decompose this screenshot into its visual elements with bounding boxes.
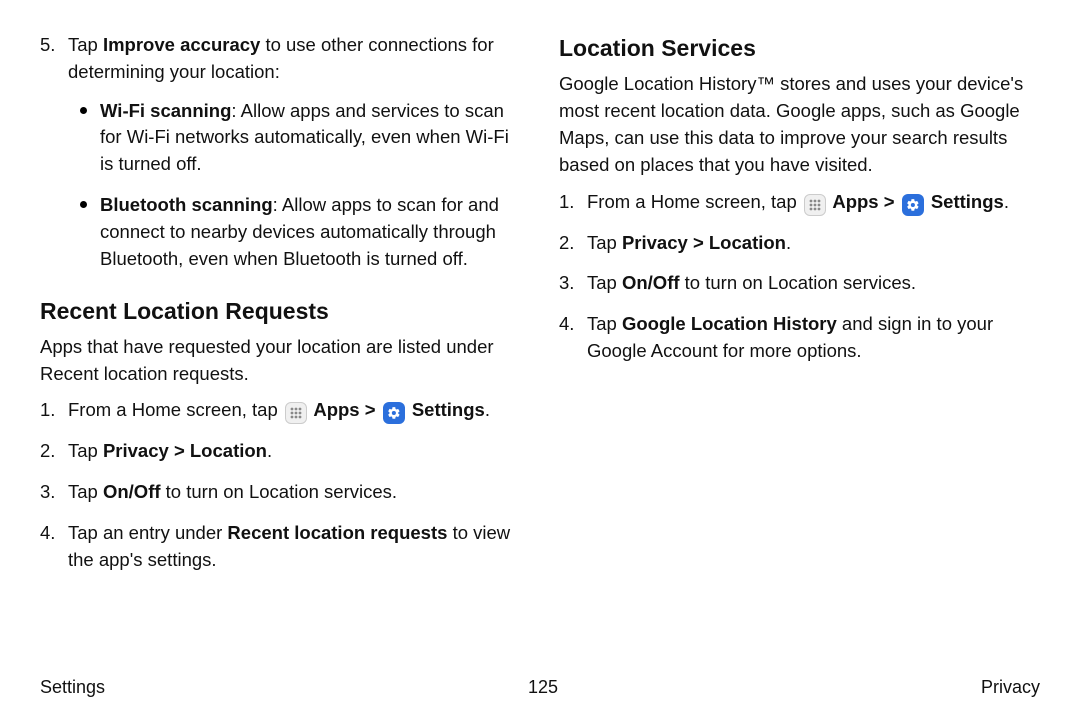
sub-bullet-list: Wi-Fi scanning: Allow apps and services … (68, 98, 521, 273)
step-list-top: 5. Tap Improve accuracy to use other con… (40, 32, 521, 273)
page-content: 5. Tap Improve accuracy to use other con… (40, 32, 1040, 652)
bold-text: Wi-Fi scanning (100, 100, 231, 121)
num-marker: 2. (40, 438, 55, 465)
list-item: 4. Tap an entry under Recent location re… (68, 520, 521, 574)
num-marker: 4. (40, 520, 55, 547)
apps-icon (804, 194, 826, 216)
section-intro: Google Location History™ stores and uses… (559, 71, 1040, 178)
list-item: 3. Tap On/Off to turn on Location servic… (587, 270, 1040, 297)
settings-icon (902, 194, 924, 216)
list-item: 5. Tap Improve accuracy to use other con… (68, 32, 521, 273)
bold-text: Apps (828, 191, 879, 212)
right-column: Location Services Google Location Histor… (559, 32, 1040, 652)
text: to turn on Location services. (680, 272, 917, 293)
num-marker: 3. (40, 479, 55, 506)
bold-text: Recent location requests (227, 522, 447, 543)
list-item: 3. Tap On/Off to turn on Location servic… (68, 479, 521, 506)
section-heading: Recent Location Requests (40, 295, 521, 328)
text: Tap (68, 481, 103, 502)
num-marker: 5. (40, 32, 55, 59)
bold-text: Improve accuracy (103, 34, 260, 55)
list-item: 1. From a Home screen, tap Apps > Settin… (587, 189, 1040, 216)
text: . (786, 232, 791, 253)
num-marker: 1. (559, 189, 574, 216)
bold-text: On/Off (103, 481, 161, 502)
bold-text: Privacy > Location (103, 440, 267, 461)
bold-text: Apps (309, 399, 360, 420)
bold-text: Google Location History (622, 313, 837, 334)
section-heading: Location Services (559, 32, 1040, 65)
bold-text: > (360, 399, 381, 420)
text: to turn on Location services. (161, 481, 398, 502)
text: . (267, 440, 272, 461)
num-marker: 4. (559, 311, 574, 338)
bold-text: Settings (926, 191, 1004, 212)
text: Tap (587, 232, 622, 253)
footer-page-number: 125 (528, 674, 558, 700)
apps-icon (285, 402, 307, 424)
text: From a Home screen, tap (587, 191, 802, 212)
bold-text: Settings (407, 399, 485, 420)
bold-text: > (879, 191, 900, 212)
text: From a Home screen, tap (68, 399, 283, 420)
text: Tap (587, 272, 622, 293)
text: . (485, 399, 490, 420)
step-list: 1. From a Home screen, tap Apps > Settin… (40, 397, 521, 573)
list-item: Bluetooth scanning: Allow apps to scan f… (100, 192, 521, 272)
footer-left: Settings (40, 674, 105, 700)
step-list: 1. From a Home screen, tap Apps > Settin… (559, 189, 1040, 365)
num-marker: 1. (40, 397, 55, 424)
left-column: 5. Tap Improve accuracy to use other con… (40, 32, 521, 652)
settings-icon (383, 402, 405, 424)
footer-right: Privacy (981, 674, 1040, 700)
text: Tap (68, 440, 103, 461)
text: Tap (68, 34, 103, 55)
text: Tap (587, 313, 622, 334)
page-footer: Settings 125 Privacy (40, 674, 1040, 700)
list-item: 2. Tap Privacy > Location. (587, 230, 1040, 257)
list-item: 4. Tap Google Location History and sign … (587, 311, 1040, 365)
text: Tap an entry under (68, 522, 227, 543)
num-marker: 2. (559, 230, 574, 257)
section-intro: Apps that have requested your location a… (40, 334, 521, 388)
list-item: Wi-Fi scanning: Allow apps and services … (100, 98, 521, 178)
bold-text: Bluetooth scanning (100, 194, 273, 215)
text: . (1004, 191, 1009, 212)
bold-text: On/Off (622, 272, 680, 293)
num-marker: 3. (559, 270, 574, 297)
list-item: 2. Tap Privacy > Location. (68, 438, 521, 465)
list-item: 1. From a Home screen, tap Apps > Settin… (68, 397, 521, 424)
bold-text: Privacy > Location (622, 232, 786, 253)
